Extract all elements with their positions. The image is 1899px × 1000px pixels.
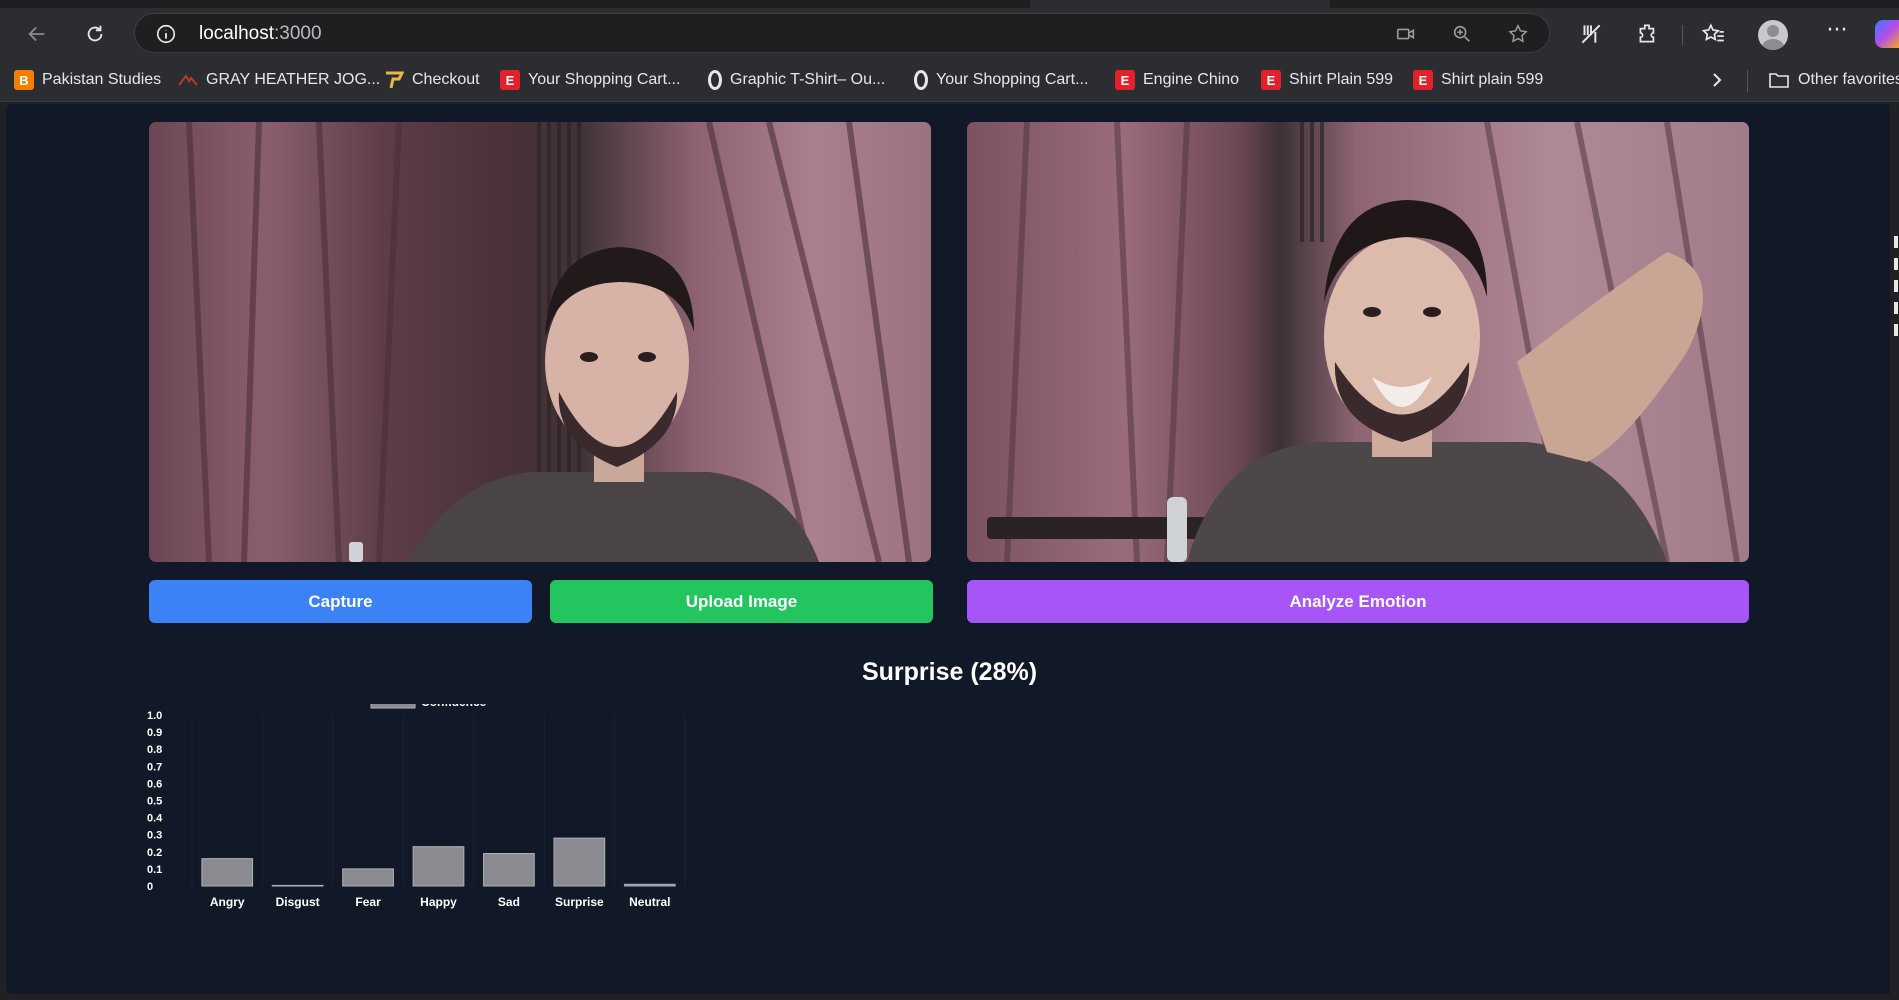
- chevron-right-icon[interactable]: [1707, 70, 1727, 90]
- bar-disgust: [271, 884, 324, 887]
- camera-icon[interactable]: [1395, 23, 1417, 45]
- e-icon: E: [1413, 70, 1433, 90]
- ring-icon: [708, 70, 722, 90]
- copilot-icon[interactable]: [1875, 20, 1899, 48]
- browser-toolbar: localhost:3000 ···: [0, 8, 1899, 58]
- bookmark-label: Shirt plain 599: [1441, 71, 1544, 88]
- favorites-icon[interactable]: [1700, 21, 1726, 47]
- zoom-icon[interactable]: [1451, 23, 1473, 45]
- bookmark-label: Graphic T-Shirt– Ou...: [730, 71, 886, 88]
- x-tick-label: Angry: [210, 895, 245, 909]
- brand-icon: [178, 70, 198, 90]
- bookmark-label: Pakistan Studies: [42, 71, 162, 88]
- x-tick-label: Fear: [355, 895, 381, 909]
- profile-avatar[interactable]: [1758, 20, 1788, 50]
- x-tick-label: Disgust: [276, 895, 320, 909]
- toolbar-divider: [1682, 25, 1683, 45]
- other-favorites[interactable]: Other favorites: [1768, 68, 1899, 92]
- x-tick-label: Neutral: [629, 895, 670, 909]
- upload-image-button[interactable]: Upload Image: [550, 580, 933, 623]
- bookmark-label: Engine Chino: [1143, 71, 1240, 88]
- bookmark-item[interactable]: GRAY HEATHER JOG...: [178, 68, 380, 92]
- url-host: localhost: [199, 23, 274, 44]
- extensions-icon[interactable]: [1635, 21, 1661, 47]
- y-tick-label: 1.0: [147, 710, 162, 722]
- bookmark-label: Your Shopping Cart...: [936, 71, 1089, 88]
- confidence-chart: 0 0.1 0.2 0.3 0.4 0.5 0.6 0.7 0.8 0.9 1.0 Angry Disg…: [142, 704, 702, 994]
- back-button[interactable]: [22, 19, 52, 49]
- reload-button[interactable]: [80, 19, 110, 49]
- y-tick-label: 0.4: [147, 813, 163, 825]
- y-tick-label: 0.9: [147, 727, 162, 739]
- bar-angry: [201, 858, 254, 887]
- x-tick-label: Happy: [420, 895, 457, 909]
- y-tick-label: 0.7: [147, 761, 162, 773]
- e-icon: E: [1261, 70, 1281, 90]
- bookmark-item[interactable]: E Your Shopping Cart...: [500, 68, 680, 92]
- url-port: :3000: [274, 23, 322, 44]
- x-tick-label: Sad: [498, 895, 520, 909]
- y-tick-label: 0.1: [147, 864, 162, 876]
- webcam-video: [149, 122, 931, 562]
- captured-image: [967, 122, 1749, 562]
- bookmark-item[interactable]: B Pakistan Studies: [14, 68, 161, 92]
- bar-fear: [342, 868, 394, 887]
- other-favorites-label: Other favorites: [1798, 71, 1899, 88]
- active-tab[interactable]: [1030, 0, 1330, 8]
- address-bar[interactable]: localhost:3000: [134, 13, 1550, 53]
- url-text[interactable]: localhost:3000: [199, 23, 322, 45]
- bookmark-item[interactable]: Graphic T-Shirt– Ou...: [708, 68, 885, 92]
- checkout-icon: [384, 70, 404, 90]
- bookmarks-divider: [1747, 70, 1748, 92]
- e-icon: E: [500, 70, 520, 90]
- bookmark-label: GRAY HEATHER JOG...: [206, 71, 381, 88]
- e-icon: E: [1115, 70, 1135, 90]
- tracking-prevention-icon[interactable]: [1578, 21, 1604, 47]
- y-tick-label: 0.3: [147, 830, 162, 842]
- bookmark-item[interactable]: E Shirt plain 599: [1413, 68, 1543, 92]
- bar-happy: [412, 846, 465, 887]
- bookmark-item[interactable]: Your Shopping Cart...: [914, 68, 1088, 92]
- reload-icon: [87, 25, 103, 42]
- bar-neutral: [623, 883, 676, 887]
- bookmark-item[interactable]: Checkout: [384, 68, 480, 92]
- star-icon[interactable]: [1507, 23, 1529, 45]
- back-arrow-icon: [28, 26, 45, 42]
- bookmark-label: Checkout: [412, 71, 480, 88]
- bookmark-label: Your Shopping Cart...: [528, 71, 681, 88]
- bookmark-label: Shirt Plain 599: [1289, 71, 1394, 88]
- ring-icon: [914, 70, 928, 90]
- legend-swatch: [370, 704, 416, 709]
- page-viewport: Capture Upload Image Analyze Emotion Sur…: [6, 104, 1893, 994]
- bookmark-item[interactable]: E Shirt Plain 599: [1261, 68, 1393, 92]
- y-tick-label: 0.8: [147, 744, 162, 756]
- y-tick-label: 0: [147, 881, 153, 893]
- site-info-icon[interactable]: [155, 23, 177, 45]
- y-tick-label: 0.5: [147, 796, 162, 808]
- bar-sad: [483, 853, 535, 887]
- y-tick-label: 0.6: [147, 778, 162, 790]
- folder-icon: [1769, 73, 1789, 88]
- analyze-emotion-button[interactable]: Analyze Emotion: [967, 580, 1749, 623]
- y-tick-label: 0.2: [147, 847, 162, 859]
- tab-strip: [0, 0, 1899, 8]
- capture-button[interactable]: Capture: [149, 580, 532, 623]
- x-tick-label: Surprise: [555, 895, 604, 909]
- bar-surprise: [553, 837, 606, 887]
- more-menu-icon[interactable]: ···: [1822, 18, 1852, 48]
- bookmarks-bar: B Pakistan Studies GRAY HEATHER JOG... C…: [0, 58, 1899, 102]
- emotion-result: Surprise (28%): [861, 658, 1038, 686]
- legend-label: Confidence: [421, 704, 487, 709]
- confidence-bar-chart: 0 0.1 0.2 0.3 0.4 0.5 0.6 0.7 0.8 0.9 1.0 Angry Disg…: [147, 704, 686, 909]
- blogger-icon: B: [14, 70, 34, 90]
- bookmark-item[interactable]: E Engine Chino: [1115, 68, 1239, 92]
